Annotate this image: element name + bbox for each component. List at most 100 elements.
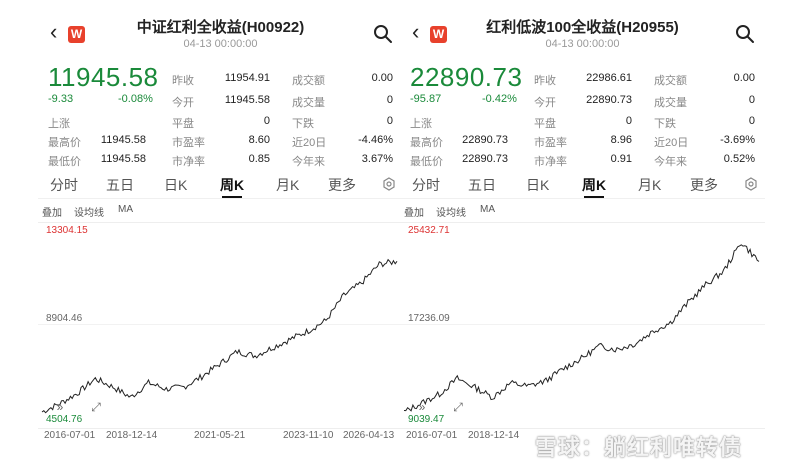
stat-value: 0.52% xyxy=(723,153,755,165)
price-change: -9.33 xyxy=(48,93,74,105)
stat-label: 今开 xyxy=(534,97,556,109)
left-quote-panel: ‹ W 中证红利全收益(H00922) 04-13 00:00:00 11945… xyxy=(38,0,403,468)
stat-label: 成交额 xyxy=(292,75,325,87)
price-series-line xyxy=(403,244,760,412)
date-tick: 2018-12-14 xyxy=(468,430,520,441)
fullscreen-icon[interactable]: ⤢ xyxy=(88,399,104,415)
stat-value: 0.91 xyxy=(610,153,632,165)
expand-left-icon[interactable]: » xyxy=(52,399,68,415)
current-price: 11945.58 xyxy=(48,62,159,92)
stat-value: 11954.91 xyxy=(224,72,270,84)
stat-label: 市净率 xyxy=(172,156,205,168)
price-series-line xyxy=(41,258,398,414)
tab-more[interactable]: 更多 xyxy=(328,175,356,195)
stat-value: 22890.73 xyxy=(462,134,508,146)
stat-label: 今年来 xyxy=(292,156,325,168)
tab-five-day[interactable]: 五日 xyxy=(468,175,496,195)
tab-daily-k[interactable]: 日K xyxy=(164,175,187,195)
expand-left-icon[interactable]: » xyxy=(414,399,430,415)
page-title: 红利低波100全收益(H20955) xyxy=(486,19,679,36)
stat-value: 11945.58 xyxy=(100,134,146,146)
price-line-chart xyxy=(400,244,765,412)
tab-monthly-k[interactable]: 月K xyxy=(638,175,661,195)
period-tabs: 分时 五日 日K 周K 月K 更多 xyxy=(400,172,765,199)
stat-label: 成交额 xyxy=(654,75,687,87)
stat-value: 0 xyxy=(386,94,393,106)
stat-value: 8.60 xyxy=(248,134,270,146)
header: ‹ W 中证红利全收益(H00922) 04-13 00:00:00 xyxy=(38,10,403,54)
tab-more[interactable]: 更多 xyxy=(690,175,718,195)
stat-value: 11945.58 xyxy=(100,153,146,165)
stat-label: 今开 xyxy=(172,97,194,109)
overlay-button[interactable]: 叠加 xyxy=(42,204,62,219)
stat-value: 0 xyxy=(263,115,270,127)
ma-button[interactable]: MA xyxy=(118,204,133,215)
date-tick: 2016-07-01 xyxy=(44,430,96,441)
y-axis-min: 4504.76 xyxy=(46,414,83,425)
stat-label: 市盈率 xyxy=(172,137,205,149)
stat-label: 市盈率 xyxy=(534,137,567,149)
period-tabs: 分时 五日 日K 周K 月K 更多 xyxy=(38,172,403,199)
date-tick: 2023-11-10 xyxy=(283,430,334,441)
fullscreen-icon[interactable]: ⤢ xyxy=(450,399,466,415)
date-tick: 2026-04-13 xyxy=(343,430,395,441)
tab-monthly-k[interactable]: 月K xyxy=(276,175,299,195)
y-axis-min: 9039.47 xyxy=(408,414,445,425)
tab-intraday[interactable]: 分时 xyxy=(412,175,440,195)
gear-icon[interactable] xyxy=(744,177,758,191)
price-change: -95.87 xyxy=(410,93,442,105)
stat-value: 0.85 xyxy=(248,153,270,165)
stat-value: 0 xyxy=(625,115,632,127)
stat-label: 最高价 xyxy=(410,137,443,149)
stat-label: 成交量 xyxy=(292,97,325,109)
stat-label: 下跌 xyxy=(654,118,676,130)
ma-button[interactable]: MA xyxy=(480,204,495,215)
set-ma-button[interactable]: 设均线 xyxy=(436,204,466,219)
date-axis: 2016-07-01 2018-12-14 2021-05-21 2023-11… xyxy=(38,430,403,444)
price-line-chart xyxy=(38,258,403,414)
stat-label: 市净率 xyxy=(534,156,567,168)
stat-value: 0 xyxy=(748,115,755,127)
stat-label: 昨收 xyxy=(534,75,556,87)
y-axis-max: 13304.15 xyxy=(46,225,88,236)
overlay-button[interactable]: 叠加 xyxy=(404,204,424,219)
active-tab-indicator xyxy=(222,196,242,198)
stat-value: 3.67% xyxy=(361,153,393,165)
tab-daily-k[interactable]: 日K xyxy=(526,175,549,195)
stat-value: 11945.58 xyxy=(224,94,270,106)
stat-value: 8.96 xyxy=(610,134,632,146)
tab-five-day[interactable]: 五日 xyxy=(106,175,134,195)
stat-value: 0.00 xyxy=(733,72,755,84)
y-axis-mid: 17236.09 xyxy=(408,313,450,324)
current-price: 22890.73 xyxy=(410,62,523,92)
stat-label: 昨收 xyxy=(172,75,194,87)
stat-value: -3.69% xyxy=(720,134,755,146)
stat-label: 今年来 xyxy=(654,156,687,168)
stat-label: 近20日 xyxy=(292,137,327,149)
stat-value: 0 xyxy=(386,115,393,127)
tab-intraday[interactable]: 分时 xyxy=(50,175,78,195)
stat-value: -4.46% xyxy=(358,134,393,146)
watermark: 雪球：躺红利唯转债 xyxy=(535,435,743,460)
y-axis-max: 25432.71 xyxy=(408,225,450,236)
tab-weekly-k[interactable]: 周K xyxy=(582,175,606,195)
search-icon[interactable] xyxy=(735,24,755,44)
stat-label: 下跌 xyxy=(292,118,314,130)
stat-value: 22890.73 xyxy=(462,153,508,165)
stat-label: 上涨 xyxy=(410,118,432,130)
search-icon[interactable] xyxy=(373,24,393,44)
stat-label: 平盘 xyxy=(534,118,556,130)
price-change-pct: -0.08% xyxy=(118,93,153,105)
active-tab-indicator xyxy=(584,196,604,198)
stat-label: 近20日 xyxy=(654,137,689,149)
gear-icon[interactable] xyxy=(382,177,396,191)
stat-label: 最低价 xyxy=(48,156,81,168)
y-axis-mid: 8904.46 xyxy=(46,313,83,324)
stat-label: 上涨 xyxy=(48,118,70,130)
price-chart[interactable]: 13304.15 8904.46 4504.76 » ⤢ xyxy=(38,222,403,429)
tab-weekly-k[interactable]: 周K xyxy=(220,175,244,195)
set-ma-button[interactable]: 设均线 xyxy=(74,204,104,219)
price-chart[interactable]: 25432.71 17236.09 9039.47 » ⤢ xyxy=(400,222,765,429)
stat-label: 平盘 xyxy=(172,118,194,130)
stat-value: 0.00 xyxy=(371,72,393,84)
